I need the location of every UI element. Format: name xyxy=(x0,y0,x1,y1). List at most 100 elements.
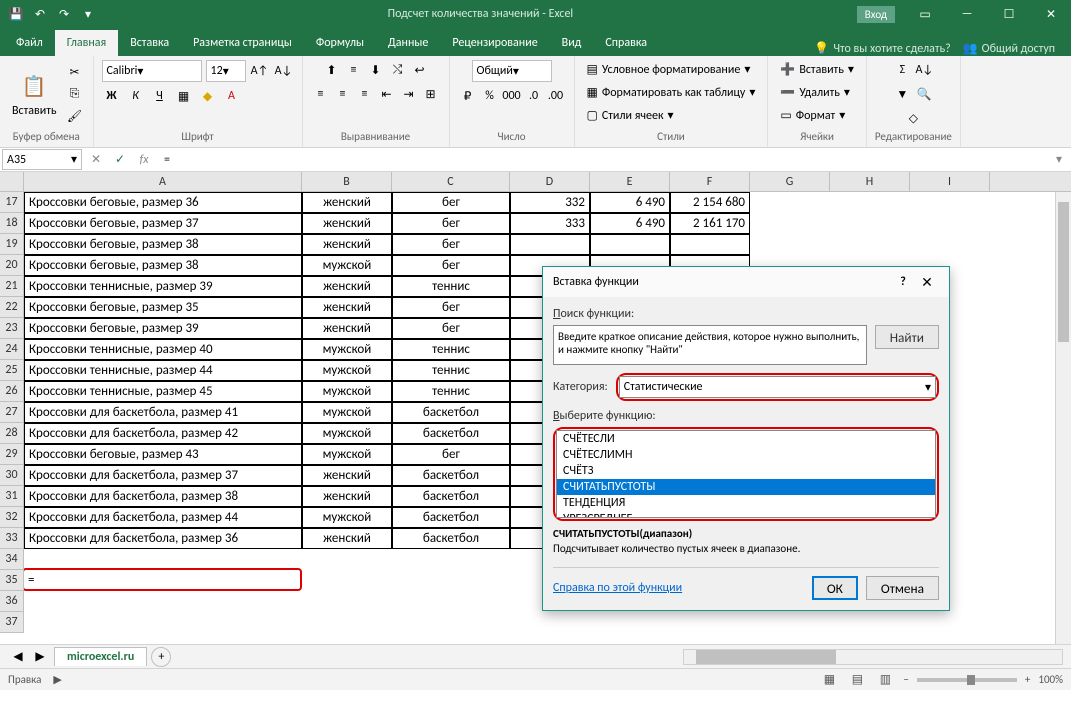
cell[interactable]: теннис xyxy=(392,360,510,381)
row-header[interactable]: 34 xyxy=(0,549,23,570)
column-header-A[interactable]: A xyxy=(24,172,302,191)
cell[interactable]: Кроссовки для баскетбола, размер 38 xyxy=(24,486,302,507)
cell[interactable]: женский xyxy=(302,234,392,255)
zoom-in-icon[interactable]: + xyxy=(1025,673,1030,686)
cell[interactable]: женский xyxy=(302,192,392,213)
page-layout-view-icon[interactable]: ▤ xyxy=(847,670,867,690)
function-item[interactable]: СЧЁТЕСЛИМН xyxy=(557,447,935,463)
cell[interactable]: Кроссовки беговые, размер 38 xyxy=(24,234,302,255)
cell[interactable]: мужской xyxy=(302,423,392,444)
dialog-titlebar[interactable]: Вставка функции ? ✕ xyxy=(543,267,949,297)
enter-formula-icon[interactable]: ✓ xyxy=(108,149,132,171)
increase-font-icon[interactable]: A↑ xyxy=(250,61,270,81)
tab-layout[interactable]: Разметка страницы xyxy=(181,30,304,56)
column-header-E[interactable]: E xyxy=(590,172,670,191)
ribbon-options-icon[interactable]: ▭ xyxy=(905,0,945,28)
tell-me-search[interactable]: 💡 Что вы хотите сделать? xyxy=(814,41,950,56)
row-header[interactable]: 30 xyxy=(0,465,23,486)
row-header[interactable]: 32 xyxy=(0,507,23,528)
cell[interactable]: Кроссовки для баскетбола, размер 37 xyxy=(24,465,302,486)
borders-icon[interactable]: ▦ xyxy=(174,86,194,106)
column-header-C[interactable]: C xyxy=(392,172,510,191)
number-format-select[interactable]: Общий ▾ xyxy=(472,60,552,82)
row-header[interactable]: 36 xyxy=(0,591,23,612)
function-help-link[interactable]: Справка по этой функции xyxy=(553,581,682,595)
cell[interactable]: Кроссовки беговые, размер 38 xyxy=(24,255,302,276)
cell[interactable]: бег xyxy=(392,213,510,234)
tab-view[interactable]: Вид xyxy=(550,30,594,56)
cell[interactable]: баскетбол xyxy=(392,402,510,423)
login-button[interactable]: Вход xyxy=(857,6,895,23)
cell[interactable] xyxy=(302,570,392,591)
cell[interactable]: = xyxy=(24,570,302,591)
select-all-corner[interactable] xyxy=(0,172,24,192)
cell[interactable]: 2 161 170 xyxy=(670,213,750,234)
dialog-close-icon[interactable]: ✕ xyxy=(915,274,939,291)
cell[interactable]: мужской xyxy=(302,444,392,465)
cell[interactable]: женский xyxy=(302,528,392,549)
sort-filter-icon[interactable]: A↓ xyxy=(914,60,934,80)
save-icon[interactable]: 💾 xyxy=(8,6,24,22)
cell[interactable]: Кроссовки беговые, размер 35 xyxy=(24,297,302,318)
cut-icon[interactable]: ✂ xyxy=(65,62,85,82)
font-color-icon[interactable]: A xyxy=(222,86,242,106)
conditional-formatting-button[interactable]: ▤Условное форматирование ▾ xyxy=(583,60,755,79)
row-header[interactable]: 17 xyxy=(0,192,23,213)
row-header[interactable]: 19 xyxy=(0,234,23,255)
row-header[interactable]: 18 xyxy=(0,213,23,234)
row-header[interactable]: 24 xyxy=(0,339,23,360)
cell[interactable]: баскетбол xyxy=(392,528,510,549)
row-header[interactable]: 25 xyxy=(0,360,23,381)
function-item[interactable]: СЧИТАТЬПУСТОТЫ xyxy=(557,479,935,495)
cell[interactable]: мужской xyxy=(302,339,392,360)
clear-icon[interactable]: ◇ xyxy=(903,108,923,128)
cell[interactable]: Кроссовки теннисные, размер 40 xyxy=(24,339,302,360)
row-header[interactable]: 37 xyxy=(0,612,23,633)
row-header[interactable]: 21 xyxy=(0,276,23,297)
column-header-F[interactable]: F xyxy=(670,172,750,191)
row-header[interactable]: 28 xyxy=(0,423,23,444)
align-right-icon[interactable]: ≡ xyxy=(355,84,375,104)
cell[interactable]: баскетбол xyxy=(392,423,510,444)
function-item[interactable]: ТЕНДЕНЦИЯ xyxy=(557,495,935,511)
align-middle-icon[interactable]: ≡ xyxy=(344,60,364,80)
cell[interactable]: теннис xyxy=(392,381,510,402)
column-header-B[interactable]: B xyxy=(302,172,392,191)
cell[interactable]: 6 490 xyxy=(590,192,670,213)
name-box[interactable]: A35▾ xyxy=(2,149,82,170)
sheet-next-icon[interactable]: ▶ xyxy=(30,647,50,667)
cell[interactable]: Кроссовки теннисные, размер 45 xyxy=(24,381,302,402)
fill-color-icon[interactable]: ◆ xyxy=(198,86,218,106)
cell[interactable]: Кроссовки для баскетбола, размер 42 xyxy=(24,423,302,444)
page-break-view-icon[interactable]: ▥ xyxy=(875,670,895,690)
align-top-icon[interactable]: ⬆ xyxy=(322,60,342,80)
cell[interactable]: женский xyxy=(302,297,392,318)
comma-icon[interactable]: 000 xyxy=(502,86,522,106)
cell[interactable]: мужской xyxy=(302,402,392,423)
format-painter-icon[interactable]: 🖌 xyxy=(65,106,85,126)
cell[interactable] xyxy=(392,570,510,591)
tab-formulas[interactable]: Формулы xyxy=(304,30,376,56)
currency-icon[interactable]: ₽ xyxy=(458,86,478,106)
cell[interactable]: бег xyxy=(392,192,510,213)
increase-decimal-icon[interactable]: .0 xyxy=(524,86,544,106)
search-function-input[interactable]: Введите краткое описание действия, котор… xyxy=(553,325,867,365)
function-item[interactable]: СЧЁТЕСЛИ xyxy=(557,431,935,447)
close-icon[interactable]: ✕ xyxy=(1031,0,1071,28)
row-header[interactable]: 22 xyxy=(0,297,23,318)
minimize-icon[interactable]: — xyxy=(947,0,987,28)
align-bottom-icon[interactable]: ⬇ xyxy=(366,60,386,80)
zoom-out-icon[interactable]: − xyxy=(903,673,908,686)
cell[interactable]: Кроссовки беговые, размер 43 xyxy=(24,444,302,465)
cancel-button[interactable]: Отмена xyxy=(866,576,939,600)
insert-function-icon[interactable]: fx xyxy=(132,149,156,171)
zoom-slider[interactable] xyxy=(917,678,1017,682)
merge-icon[interactable]: ⊞ xyxy=(421,84,441,104)
cell[interactable]: баскетбол xyxy=(392,507,510,528)
row-header[interactable]: 20 xyxy=(0,255,23,276)
zoom-level[interactable]: 100% xyxy=(1038,673,1063,686)
orientation-icon[interactable]: ⤭ xyxy=(388,60,408,80)
format-as-table-button[interactable]: ▦Форматировать как таблицу ▾ xyxy=(583,83,760,102)
cell[interactable]: теннис xyxy=(392,276,510,297)
ok-button[interactable]: ОК xyxy=(812,576,858,600)
